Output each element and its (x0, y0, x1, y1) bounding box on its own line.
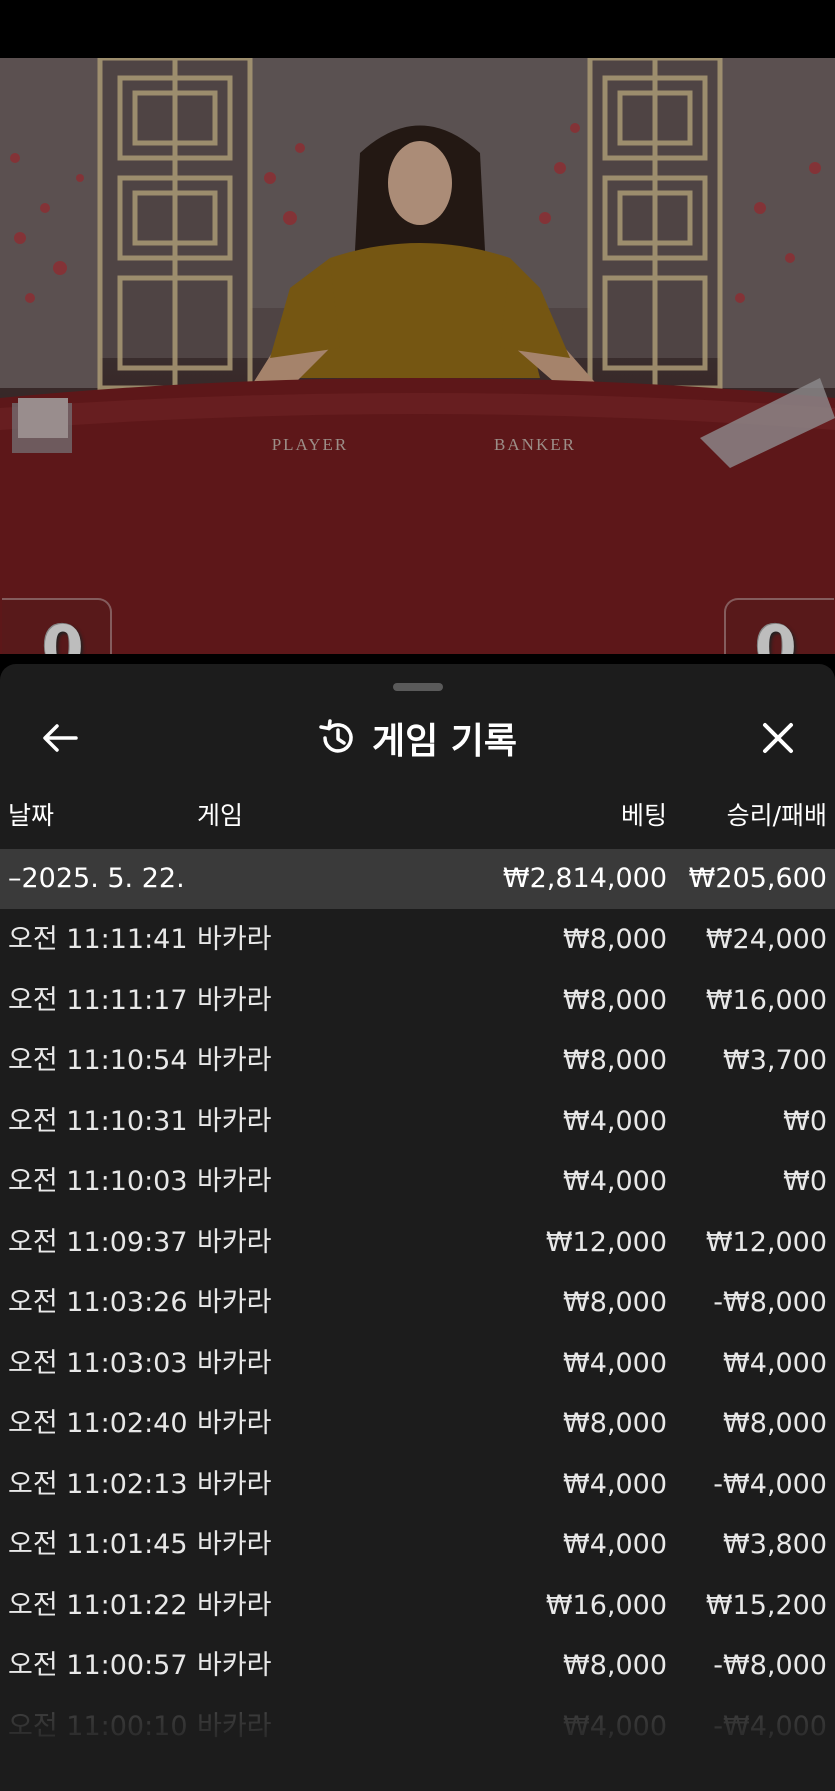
table-header: 날짜 게임 베팅 승리/패배 (0, 786, 835, 846)
header-game: 게임 (197, 801, 244, 830)
history-list: 오전 11:11:41 바카라 ₩8,000 ₩24,000 오전 11:11:… (0, 910, 835, 1757)
row-time: 오전 11:10:03 (8, 1166, 188, 1197)
row-result: ₩3,700 (723, 1045, 827, 1076)
table-row[interactable]: 오전 11:10:54 바카라 ₩8,000 ₩3,700 (0, 1031, 835, 1092)
row-result: ₩15,200 (705, 1589, 827, 1621)
row-result: ₩4,000 (723, 1347, 827, 1379)
row-time: 오전 11:03:26 (8, 1287, 188, 1318)
row-result: -₩8,000 (713, 1287, 827, 1318)
row-result: -₩4,000 (713, 1468, 827, 1500)
table-row[interactable]: 오전 11:09:37 바카라 ₩12,000 ₩12,000 (0, 1213, 835, 1274)
row-time: 오전 11:02:40 (8, 1408, 188, 1439)
row-time: 오전 11:11:41 (8, 924, 188, 955)
table-row[interactable]: 오전 11:00:57 바카라 ₩8,000 -₩8,000 (0, 1636, 835, 1697)
table-row[interactable]: 오전 11:11:17 바카라 ₩8,000 ₩16,000 (0, 971, 835, 1032)
row-game: 바카라 (197, 1650, 272, 1681)
row-game: 바카라 (197, 1045, 272, 1076)
row-bet: ₩4,000 (563, 1166, 667, 1197)
row-game: 바카라 (197, 1105, 272, 1137)
app-root: PLAYER BANKER 0 0 게임 기록 날짜 게임 베팅 승리/패배 –… (0, 0, 835, 1791)
row-result: ₩12,000 (705, 1226, 827, 1258)
date-group-bet-total: ₩2,814,000 (502, 863, 667, 894)
row-game: 바카라 (197, 1529, 272, 1560)
date-group-row[interactable]: –2025. 5. 22. ₩2,814,000 ₩205,600 (0, 849, 835, 909)
row-game: 바카라 (197, 924, 272, 955)
row-bet: ₩8,000 (563, 1045, 667, 1076)
row-game: 바카라 (197, 1710, 272, 1742)
header-bet: 베팅 (620, 801, 667, 830)
live-dealer-video: PLAYER BANKER 0 0 (0, 58, 835, 654)
dealer-scene: PLAYER BANKER (0, 58, 835, 654)
row-bet: ₩8,000 (563, 1287, 667, 1318)
row-time: 오전 11:09:37 (8, 1226, 188, 1258)
row-time: 오전 11:11:17 (8, 984, 188, 1016)
row-bet: ₩8,000 (563, 1408, 667, 1439)
row-time: 오전 11:03:03 (8, 1347, 188, 1379)
row-bet: ₩4,000 (563, 1529, 667, 1560)
row-bet: ₩4,000 (563, 1710, 667, 1742)
row-bet: ₩16,000 (545, 1589, 667, 1621)
banker-score: 0 (755, 613, 797, 654)
table-row[interactable]: 오전 11:02:40 바카라 ₩8,000 ₩8,000 (0, 1394, 835, 1455)
header-result: 승리/패배 (726, 801, 827, 830)
row-game: 바카라 (197, 1408, 272, 1439)
row-bet: ₩4,000 (563, 1347, 667, 1379)
table-row[interactable]: 오전 11:02:13 바카라 ₩4,000 -₩4,000 (0, 1455, 835, 1516)
table-row[interactable]: 오전 11:01:22 바카라 ₩16,000 ₩15,200 (0, 1576, 835, 1637)
row-time: 오전 11:01:45 (8, 1529, 188, 1560)
row-result: ₩8,000 (723, 1408, 827, 1439)
row-result: ₩24,000 (705, 924, 827, 955)
sheet-header: 게임 기록 (0, 710, 835, 766)
row-game: 바카라 (197, 984, 272, 1016)
table-row[interactable]: 오전 11:03:26 바카라 ₩8,000 -₩8,000 (0, 1273, 835, 1334)
row-time: 오전 11:10:31 (8, 1105, 188, 1137)
date-group-result-total: ₩205,600 (688, 863, 827, 894)
row-time: 오전 11:00:10 (8, 1710, 188, 1742)
row-bet: ₩12,000 (545, 1226, 667, 1258)
row-bet: ₩8,000 (563, 1650, 667, 1681)
row-bet: ₩4,000 (563, 1105, 667, 1137)
row-result: -₩4,000 (713, 1710, 827, 1742)
close-icon (763, 723, 793, 753)
row-game: 바카라 (197, 1347, 272, 1379)
table-row[interactable]: 오전 11:01:45 바카라 ₩4,000 ₩3,800 (0, 1515, 835, 1576)
table-row[interactable]: 오전 11:03:03 바카라 ₩4,000 ₩4,000 (0, 1334, 835, 1395)
row-result: -₩8,000 (713, 1650, 827, 1681)
row-time: 오전 11:02:13 (8, 1468, 188, 1500)
table-row[interactable]: 오전 11:10:31 바카라 ₩4,000 ₩0 (0, 1092, 835, 1153)
row-result: ₩0 (783, 1166, 827, 1197)
table-row[interactable]: 오전 11:00:10 바카라 ₩4,000 -₩4,000 (0, 1697, 835, 1758)
row-game: 바카라 (197, 1226, 272, 1258)
sheet-drag-handle[interactable] (393, 683, 443, 691)
table-row[interactable]: 오전 11:10:03 바카라 ₩4,000 ₩0 (0, 1152, 835, 1213)
row-game: 바카라 (197, 1166, 272, 1197)
row-bet: ₩8,000 (563, 924, 667, 955)
row-result: ₩3,800 (723, 1529, 827, 1560)
row-bet: ₩4,000 (563, 1468, 667, 1500)
player-score: 0 (42, 613, 84, 654)
row-game: 바카라 (197, 1468, 272, 1500)
row-game: 바카라 (197, 1589, 272, 1621)
header-date: 날짜 (8, 801, 55, 830)
row-result: ₩16,000 (705, 984, 827, 1016)
history-icon (319, 719, 353, 753)
table-row[interactable]: 오전 11:11:41 바카라 ₩8,000 ₩24,000 (0, 910, 835, 971)
page-title: 게임 기록 (371, 721, 517, 762)
close-button[interactable] (754, 714, 802, 762)
row-time: 오전 11:00:57 (8, 1650, 188, 1681)
row-time: 오전 11:01:22 (8, 1589, 188, 1621)
row-game: 바카라 (197, 1287, 272, 1318)
row-result: ₩0 (783, 1105, 827, 1137)
row-time: 오전 11:10:54 (8, 1045, 188, 1076)
date-group-label: –2025. 5. 22. (8, 863, 185, 894)
game-history-sheet: 게임 기록 날짜 게임 베팅 승리/패배 –2025. 5. 22. ₩2,81… (0, 664, 835, 1791)
row-bet: ₩8,000 (563, 984, 667, 1016)
